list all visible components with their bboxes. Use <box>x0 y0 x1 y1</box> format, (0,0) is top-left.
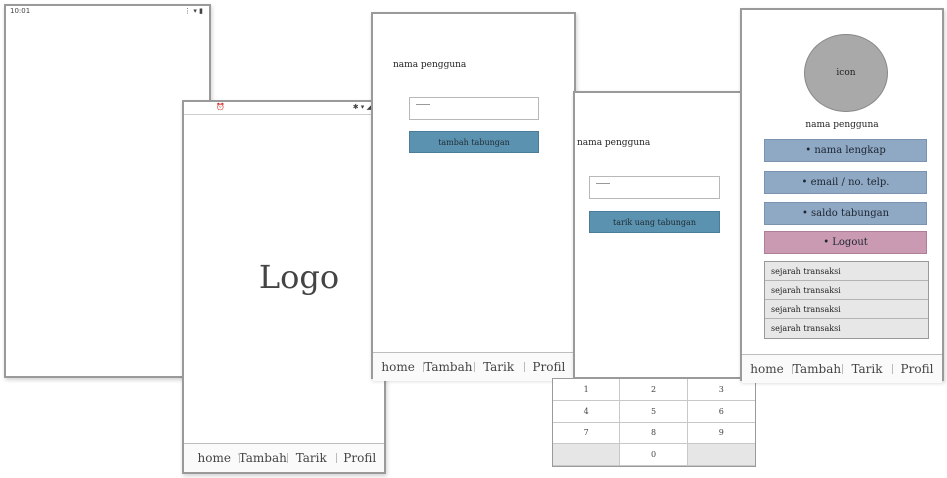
logo: Logo <box>258 258 340 296</box>
nav-tarik[interactable]: Tarik <box>287 451 336 465</box>
nav-tarik[interactable]: Tarik <box>473 360 524 374</box>
list-item[interactable]: sejarah transaksi <box>765 300 928 319</box>
add-savings-button[interactable]: tambah tabungan <box>409 131 539 153</box>
status-icons: ⋮ ▾ ▮ <box>184 7 203 15</box>
bottom-nav: home Tambah Tarik Profil <box>184 443 384 472</box>
avatar-icon-label: icon <box>836 68 856 78</box>
alarm-icon: ⏰ <box>216 103 225 111</box>
screen-profil: icon nama pengguna • nama lengkap • emai… <box>740 8 944 383</box>
amount-input[interactable] <box>409 97 539 120</box>
screen-tarik: nama pengguna tarik uang tabungan <box>573 91 758 379</box>
email-phone-field[interactable]: • email / no. telp. <box>764 171 927 194</box>
bottom-nav: home Tambah Tarik Profil <box>373 352 574 381</box>
status-bar: ⏰ ✱ ▾ ◢ ▮ <box>184 102 384 115</box>
key-8[interactable]: 8 <box>620 422 688 445</box>
nav-tambah[interactable]: Tambah <box>238 451 288 465</box>
nav-home[interactable]: home <box>190 451 239 465</box>
status-time: 10:01 <box>10 7 31 15</box>
key-6[interactable]: 6 <box>687 401 755 423</box>
nav-home[interactable]: home <box>742 362 792 376</box>
savings-balance-field[interactable]: • saldo tabungan <box>764 202 927 225</box>
key-blank-right <box>687 444 755 466</box>
key-7[interactable]: 7 <box>553 422 621 445</box>
key-4[interactable]: 4 <box>553 400 621 423</box>
nav-tarik[interactable]: Tarik <box>842 362 892 376</box>
nav-profil[interactable]: Profil <box>892 362 942 376</box>
bottom-nav: home Tambah Tarik Profil <box>742 354 942 383</box>
username-label: nama pengguna <box>805 120 879 130</box>
list-item[interactable]: sejarah transaksi <box>765 281 928 300</box>
transaction-history-list: sejarah transaksi sejarah transaksi seja… <box>764 261 929 339</box>
screen-blank: 10:01 ⋮ ▾ ▮ <box>4 4 211 378</box>
withdraw-amount-input[interactable] <box>589 176 720 199</box>
list-item[interactable]: sejarah transaksi <box>765 262 928 281</box>
key-blank-left <box>553 444 621 466</box>
nav-home[interactable]: home <box>373 360 423 374</box>
nav-tambah[interactable]: Tambah <box>792 362 842 376</box>
key-9[interactable]: 9 <box>687 423 755 445</box>
withdraw-button[interactable]: tarik uang tabungan <box>589 211 720 233</box>
numeric-keypad: 1 2 3 4 5 6 7 8 9 0 <box>552 378 756 467</box>
key-2[interactable]: 2 <box>620 379 688 401</box>
nav-profil[interactable]: Profil <box>335 451 385 465</box>
key-0[interactable]: 0 <box>620 444 688 466</box>
status-bar: 10:01 ⋮ ▾ ▮ <box>6 6 209 18</box>
nav-profil[interactable]: Profil <box>523 360 574 374</box>
key-1[interactable]: 1 <box>553 379 621 401</box>
nav-tambah[interactable]: Tambah <box>423 360 473 374</box>
key-5[interactable]: 5 <box>620 400 688 423</box>
avatar: icon <box>804 34 888 112</box>
username-label: nama pengguna <box>577 138 651 148</box>
full-name-field[interactable]: • nama lengkap <box>764 139 927 162</box>
screen-splash: ⏰ ✱ ▾ ◢ ▮ Logo home Tambah Tarik Profil <box>182 100 386 474</box>
logout-button[interactable]: • Logout <box>764 231 927 254</box>
list-item[interactable]: sejarah transaksi <box>765 319 928 338</box>
username-label: nama pengguna <box>393 60 467 70</box>
screen-tambah: nama pengguna tambah tabungan home Tamba… <box>371 12 576 381</box>
